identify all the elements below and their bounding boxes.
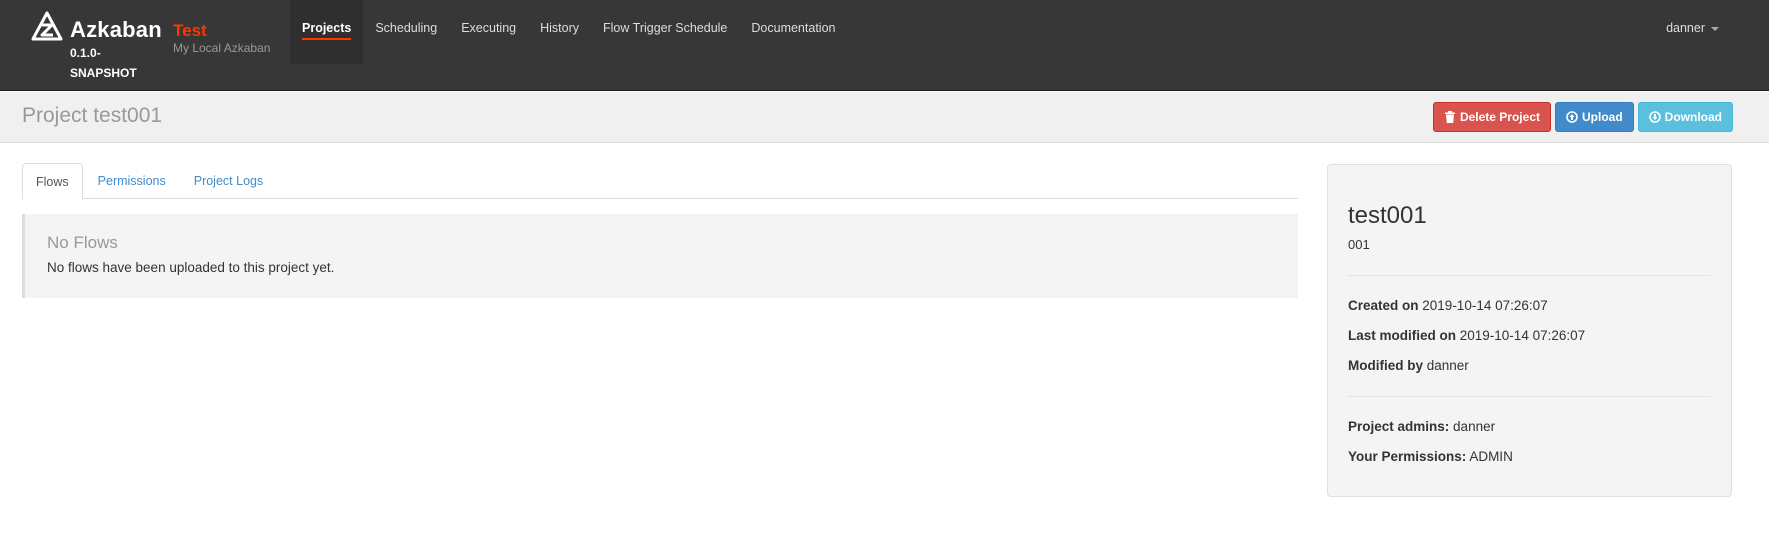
environment-name: Test — [173, 21, 207, 40]
tab-permissions[interactable]: Permissions — [85, 163, 179, 199]
project-admins-row: Project admins: danner — [1348, 419, 1495, 434]
upload-label: Upload — [1582, 110, 1623, 124]
project-name: test001 — [1348, 202, 1427, 229]
brand-name[interactable]: Azkaban — [70, 17, 162, 43]
azkaban-logo-icon[interactable] — [31, 11, 63, 43]
nav-item-label: History — [540, 21, 580, 35]
no-flows-title: No Flows — [47, 233, 118, 252]
project-tabs: Flows Permissions Project Logs — [22, 163, 1298, 200]
project-description: 001 — [1348, 237, 1370, 252]
project-admins-label: Project admins: — [1348, 419, 1450, 434]
caret-down-icon — [1711, 27, 1719, 31]
created-on-value: 2019-10-14 07:26:07 — [1422, 298, 1548, 313]
created-on-row: Created on 2019-10-14 07:26:07 — [1348, 298, 1548, 313]
modified-by-label: Modified by — [1348, 358, 1423, 373]
header-buttons: Delete Project Upload Download — [1432, 102, 1733, 132]
nav-item-scheduling[interactable]: Scheduling — [363, 0, 449, 64]
divider — [1348, 275, 1711, 276]
nav-item-projects[interactable]: Projects — [290, 0, 364, 64]
brand-version: 0.1.0-SNAPSHOT — [70, 46, 137, 80]
tab-project-logs[interactable]: Project Logs — [181, 163, 276, 199]
no-flows-callout: No Flows No flows have been uploaded to … — [22, 214, 1298, 298]
modified-by-row: Modified by danner — [1348, 358, 1469, 373]
top-navbar: Azkaban 0.1.0-SNAPSHOT Test My Local Azk… — [0, 0, 1769, 91]
environment-description: My Local Azkaban — [173, 41, 271, 55]
nav-item-label: Projects — [302, 21, 352, 40]
project-admins-value: danner — [1453, 419, 1496, 434]
nav-item-flow-trigger-schedule[interactable]: Flow Trigger Schedule — [591, 0, 739, 64]
main-nav: Projects Scheduling Executing History Fl… — [290, 0, 847, 64]
last-modified-value: 2019-10-14 07:26:07 — [1459, 328, 1586, 343]
page-title: Project test001 — [22, 104, 163, 127]
tab-flows[interactable]: Flows — [22, 163, 83, 200]
trash-icon — [1444, 111, 1455, 123]
nav-item-label: Flow Trigger Schedule — [603, 21, 728, 35]
your-permissions-row: Your Permissions: ADMIN — [1348, 449, 1513, 464]
last-modified-row: Last modified on 2019-10-14 07:26:07 — [1348, 328, 1585, 343]
no-flows-message: No flows have been uploaded to this proj… — [47, 260, 335, 275]
your-permissions-label: Your Permissions: — [1348, 449, 1467, 464]
divider — [1348, 396, 1711, 397]
upload-button[interactable]: Upload — [1555, 102, 1634, 132]
last-modified-label: Last modified on — [1348, 328, 1456, 343]
download-icon — [1648, 111, 1661, 123]
modified-by-value: danner — [1426, 358, 1469, 373]
download-button[interactable]: Download — [1637, 102, 1733, 132]
nav-item-history[interactable]: History — [528, 0, 591, 64]
nav-item-documentation[interactable]: Documentation — [739, 0, 847, 64]
nav-item-executing[interactable]: Executing — [449, 0, 528, 64]
delete-project-button[interactable]: Delete Project — [1432, 102, 1551, 132]
upload-icon — [1566, 111, 1578, 123]
user-menu[interactable]: danner — [1666, 21, 1719, 35]
nav-item-label: Scheduling — [375, 21, 438, 35]
nav-item-label: Documentation — [751, 21, 836, 35]
user-name: danner — [1666, 21, 1705, 35]
nav-item-label: Executing — [461, 21, 517, 35]
download-label: Download — [1664, 110, 1722, 124]
your-permissions-value: ADMIN — [1469, 449, 1513, 464]
created-on-label: Created on — [1348, 298, 1419, 313]
page-header: Project test001 Delete Project Upload Do… — [0, 92, 1769, 143]
project-info-panel: test001 001 Created on 2019-10-14 07:26:… — [1327, 164, 1732, 497]
delete-project-label: Delete Project — [1459, 110, 1540, 124]
